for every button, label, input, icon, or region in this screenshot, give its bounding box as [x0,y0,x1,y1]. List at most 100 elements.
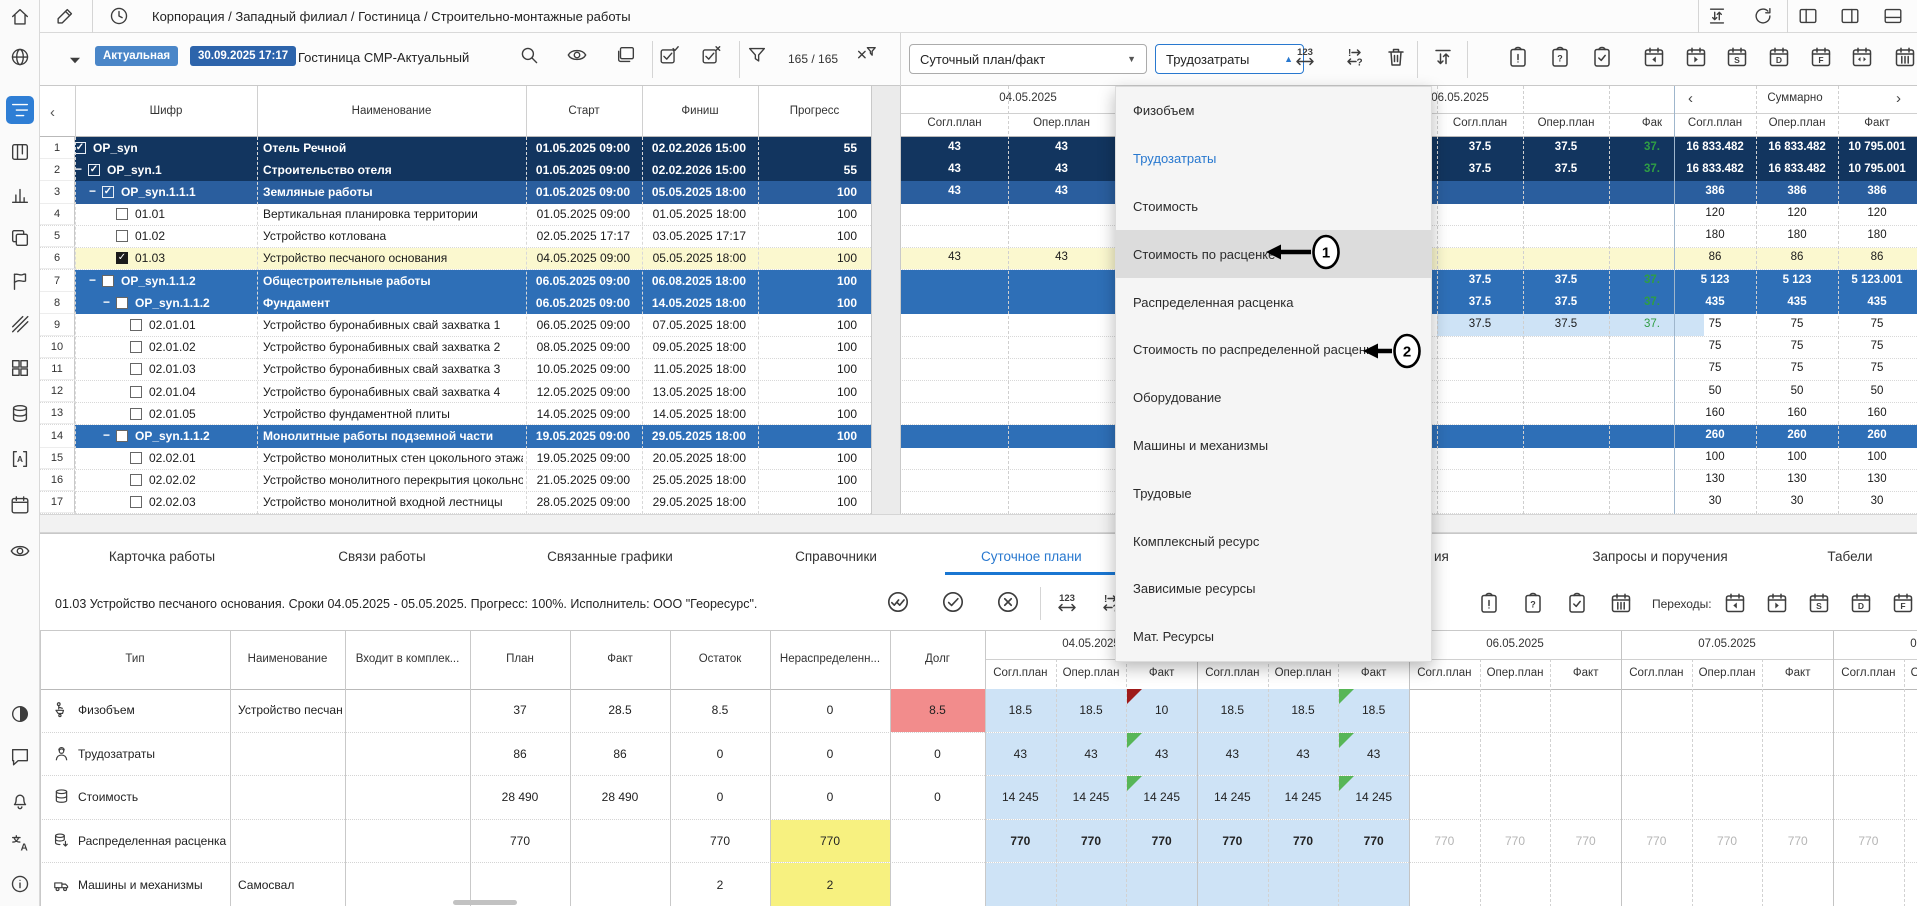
table-row[interactable]: 7−OP_syn.1.1.2Общестроительные работы06.… [40,270,1917,292]
info-icon[interactable] [9,873,31,895]
cal-s-icon[interactable]: S [1725,45,1749,69]
translate-icon[interactable]: A [9,832,31,854]
menu-item-8[interactable]: Трудовые [1116,469,1431,517]
table-row[interactable]: 8−OP_syn.1.1.2Фундамент06.05.2025 09:001… [40,292,1917,314]
row-checkbox[interactable] [130,319,142,331]
column-header[interactable]: Наименование [352,105,432,117]
menu-item-5[interactable]: Стоимость по распределенной расценке [1116,326,1431,374]
menu-item-2[interactable]: Стоимость [1116,183,1431,231]
collapse-node-icon[interactable]: − [75,162,82,176]
row-checkbox[interactable] [102,275,114,287]
row-checkbox[interactable]: ✓ [116,252,128,264]
resource-row[interactable]: Трудозатраты8686000434343434343 [40,733,1917,777]
resource-select[interactable]: Трудозатраты ▲ [1155,44,1304,74]
sync-icon[interactable] [1706,5,1728,27]
trash-icon[interactable] [1384,45,1408,69]
column-header[interactable]: Шифр [150,105,183,117]
menu-item-10[interactable]: Зависимые ресурсы [1116,565,1431,613]
table-row[interactable]: 2−✓OP_syn.1Строительство отеля01.05.2025… [40,159,1917,181]
menu-item-0[interactable]: Физобъем [1116,87,1431,135]
menu-item-3[interactable]: Стоимость по расценке [1116,230,1431,278]
resource-row[interactable]: Стоимость28 49028 49000014 24514 24514 2… [40,776,1917,820]
table-row[interactable]: 3−✓OP_syn.1.1.1Земляные работы01.05.2025… [40,181,1917,203]
table-row[interactable]: 1102.01.03Устройство буронабивных свай з… [40,359,1917,381]
resource-row[interactable]: Распределенная расценка77077077077077077… [40,820,1917,864]
collapse-node-icon[interactable]: − [103,428,110,442]
column-header[interactable]: Нераспределенн... [780,653,880,665]
table-row[interactable]: 902.01.01Устройство буронабивных свай за… [40,314,1917,336]
column-header[interactable]: Факт [607,653,633,665]
cal-next-icon[interactable] [1684,45,1708,69]
table-row[interactable]: 1302.01.05Устройство фундаментной плиты1… [40,403,1917,425]
chart-icon[interactable] [9,184,31,206]
uncheck-all-icon[interactable] [700,44,722,66]
edit-icon[interactable] [54,5,76,27]
cal-grid-icon[interactable] [1893,45,1917,69]
table-row[interactable]: 14−OP_syn.1.1.2Монолитные работы подземн… [40,425,1917,447]
cal-f-icon[interactable]: F [1809,45,1833,69]
row-checkbox[interactable] [130,341,142,353]
table-row[interactable]: 1702.02.03Устройство монолитной входной … [40,492,1917,514]
tab-1[interactable]: Связи работы [338,534,425,578]
collapse-node-icon[interactable]: − [61,140,68,154]
excl-arrows-icon[interactable]: !? [1342,45,1366,69]
row-checkbox[interactable]: ✓ [88,164,100,176]
summary-prev-icon[interactable]: ‹ [1688,90,1693,107]
tab-2[interactable]: Связанные графики [547,534,673,578]
table-row[interactable]: 6✓01.03Устройство песчаного основания04.… [40,248,1917,270]
collapse-node-icon[interactable]: − [89,273,96,287]
layout-right-icon[interactable] [1839,5,1861,27]
row-checkbox[interactable] [130,363,142,375]
column-header[interactable]: Наименование [248,653,328,665]
tab-0[interactable]: Карточка работы [109,534,215,578]
sync-rows-icon[interactable] [1431,45,1455,69]
contrast-icon[interactable] [9,703,31,725]
num-width-icon[interactable]: 123 [1293,45,1317,69]
flag-icon[interactable] [9,270,31,292]
row-checkbox[interactable] [116,230,128,242]
clip-excl-icon[interactable] [1477,591,1501,615]
table-row[interactable]: 1602.02.02Устройство монолитного перекры… [40,470,1917,492]
chevron-down-icon[interactable] [64,49,86,71]
collapse-node-icon[interactable]: − [89,184,96,198]
hscroll-strip[interactable] [40,514,1917,533]
hscroll-thumb[interactable] [453,900,517,905]
row-checkbox[interactable] [116,297,128,309]
calendar-icon[interactable] [9,494,31,516]
column-header[interactable]: Прогресс [790,105,840,117]
clip-excl-icon[interactable] [1506,45,1530,69]
search-icon[interactable] [518,44,540,66]
circ-x-icon[interactable] [995,589,1021,615]
column-header[interactable]: Остаток [699,653,742,665]
check-all-icon[interactable] [658,44,680,66]
menu-item-9[interactable]: Комплексный ресурс [1116,517,1431,565]
menu-item-7[interactable]: Машины и механизмы [1116,422,1431,470]
mode-select[interactable]: Суточный план/факт ▼ [909,44,1147,74]
globe-icon[interactable] [9,46,31,68]
cal-prev-icon[interactable] [1723,591,1747,615]
circ-check-icon[interactable] [940,589,966,615]
clip-quest-icon[interactable]: ? [1548,45,1572,69]
column-header[interactable]: Тип [125,653,144,665]
clip-check-icon[interactable] [1565,591,1589,615]
tab-3[interactable]: Справочники [795,534,877,578]
table-row[interactable]: 1202.01.04Устройство буронабивных свай з… [40,381,1917,403]
database-icon[interactable] [9,403,31,425]
tab-5[interactable]: ия [1434,534,1449,578]
row-checkbox[interactable] [130,474,142,486]
column-header[interactable]: Финиш [681,105,718,117]
cal-prev-icon[interactable] [1642,45,1666,69]
clip-quest-icon[interactable]: ? [1521,591,1545,615]
resource-row[interactable]: Машины и механизмыСамосвал22 [40,863,1917,906]
tab-6[interactable]: Запросы и поручения [1592,534,1727,578]
panels-icon[interactable] [615,44,637,66]
circ-dblcheck-icon[interactable] [885,589,911,615]
row-checkbox[interactable] [130,496,142,508]
tab-7[interactable]: Табели [1827,534,1872,578]
filter-icon[interactable] [746,44,768,66]
row-checkbox[interactable] [130,452,142,464]
table-splitter[interactable] [871,86,901,514]
resource-row[interactable]: ФизобъемУстройство песчано3728.58.508.51… [40,689,1917,733]
filter-clear-icon[interactable] [855,44,877,66]
column-header[interactable]: План [506,653,534,665]
